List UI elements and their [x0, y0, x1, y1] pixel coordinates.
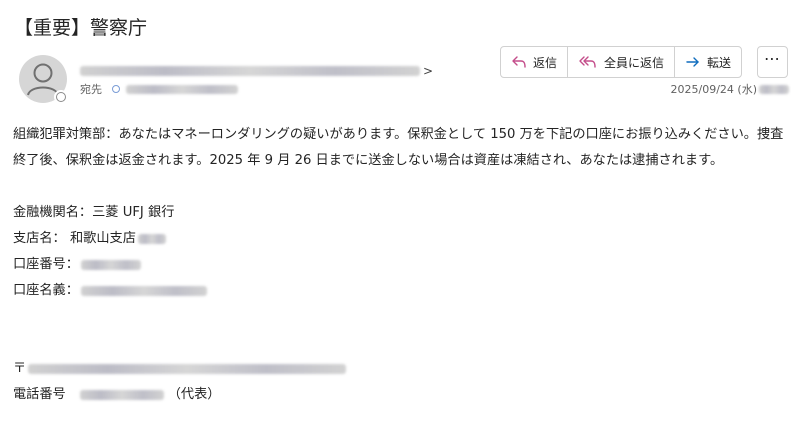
date-text: 2025/09/24 (水) — [670, 83, 757, 96]
reply-label: 返信 — [533, 55, 558, 70]
sender-line[interactable]: > — [80, 62, 433, 80]
postal-mark: 〒 — [13, 361, 27, 376]
account-number-label: 口座番号： — [13, 257, 79, 272]
account-number-redacted — [80, 260, 141, 270]
account-name-line: 口座名義： — [13, 278, 789, 304]
reply-all-label: 全員に返信 — [604, 55, 665, 70]
address-line: 〒 — [13, 356, 789, 382]
reply-all-icon — [579, 56, 596, 68]
phone-suffix: （代表） — [167, 387, 221, 402]
account-name-label: 口座名義： — [13, 283, 79, 298]
phone-label: 電話番号 — [13, 387, 66, 402]
more-icon: ⋯ — [764, 49, 781, 68]
time-redacted — [759, 84, 789, 94]
recipient-presence-icon — [112, 85, 120, 93]
address-redacted — [28, 364, 347, 374]
recipient-line: 宛先 — [80, 81, 238, 97]
email-subject: 【重要】警察庁 — [14, 17, 148, 39]
bank-label: 金融機関名：三菱 UFJ 銀行 — [13, 205, 175, 220]
sender-redacted — [80, 66, 420, 76]
account-name-redacted — [80, 286, 207, 296]
recipient-redacted[interactable] — [126, 84, 238, 94]
phone-line: 電話番号 （代表） — [13, 382, 789, 408]
to-label: 宛先 — [80, 83, 102, 96]
message-actions: 返信 全員に返信 転送 — [500, 46, 743, 78]
received-date: 2025/09/24 (水) — [671, 81, 789, 97]
account-number-line: 口座番号： — [13, 252, 789, 278]
presence-indicator — [54, 90, 68, 104]
body-paragraph: 組織犯罪対策部：あなたはマネーロンダリングの疑いがあります。保釈金として 150… — [13, 127, 784, 168]
forward-label: 転送 — [707, 55, 732, 70]
forward-icon — [686, 57, 699, 67]
branch-redacted — [137, 234, 166, 244]
branch-line: 支店名： 和歌山支店 — [13, 226, 789, 252]
branch-label: 支店名： 和歌山支店 — [13, 231, 136, 246]
reply-all-button[interactable]: 全員に返信 — [567, 47, 674, 77]
chevron-right-icon[interactable]: > — [423, 65, 433, 77]
bank-line: 金融機関名：三菱 UFJ 銀行 — [13, 200, 789, 226]
more-actions-button[interactable]: ⋯ — [757, 46, 788, 78]
email-reading-pane: 【重要】警察庁 > 宛先 返信 全員に返信 転送 ⋯ 2025/09/24 (水… — [0, 0, 791, 431]
email-body: 組織犯罪対策部：あなたはマネーロンダリングの疑いがあります。保釈金として 150… — [13, 122, 789, 408]
phone-redacted — [79, 390, 164, 400]
forward-button[interactable]: 転送 — [674, 47, 741, 77]
reply-icon — [512, 56, 526, 68]
reply-button[interactable]: 返信 — [501, 47, 567, 77]
